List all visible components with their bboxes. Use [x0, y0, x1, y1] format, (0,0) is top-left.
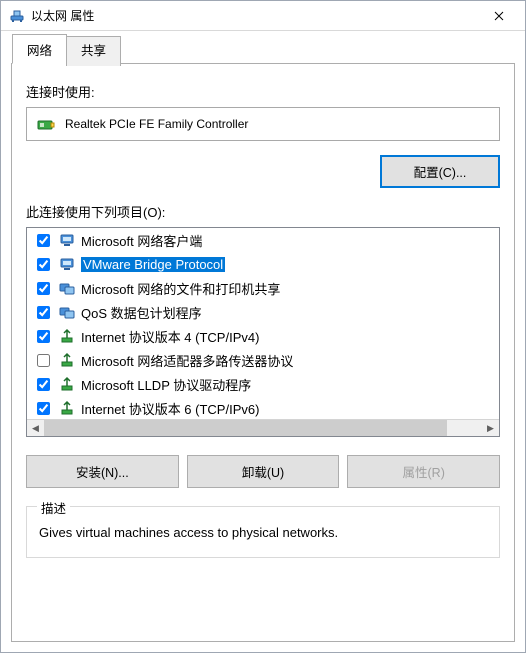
list-item[interactable]: Microsoft 网络客户端	[27, 228, 499, 252]
titlebar: 以太网 属性	[1, 1, 525, 31]
window-title: 以太网 属性	[31, 7, 476, 24]
list-item[interactable]: Microsoft 网络适配器多路传送器协议	[27, 348, 499, 372]
item-checkbox[interactable]	[37, 402, 50, 415]
uninstall-button[interactable]: 卸载(U)	[187, 455, 340, 488]
list-item[interactable]: Microsoft LLDP 协议驱动程序	[27, 372, 499, 396]
item-checkbox[interactable]	[37, 282, 50, 295]
description-text: Gives virtual machines access to physica…	[39, 523, 487, 543]
tabstrip: 网络 共享	[12, 34, 515, 64]
item-checkbox[interactable]	[37, 234, 50, 247]
service-icon	[59, 304, 75, 320]
scroll-left-arrow[interactable]: ◀	[27, 420, 44, 436]
list-item[interactable]: Microsoft 网络的文件和打印机共享	[27, 276, 499, 300]
label-connect-using: 连接时使用:	[26, 82, 500, 101]
label-items-used: 此连接使用下列项目(O):	[26, 202, 500, 221]
properties-window: 以太网 属性 网络 共享 连接时使用: Realtek PCIe FE Fami…	[0, 0, 526, 653]
item-label: Internet 协议版本 4 (TCP/IPv4)	[81, 327, 259, 346]
network-adapter-icon	[9, 8, 25, 24]
properties-button: 属性(R)	[347, 455, 500, 488]
item-label: Internet 协议版本 6 (TCP/IPv6)	[81, 399, 259, 418]
list-item[interactable]: Internet 协议版本 6 (TCP/IPv6)	[27, 396, 499, 419]
list-item[interactable]: Internet 协议版本 4 (TCP/IPv4)	[27, 324, 499, 348]
protocol-icon	[59, 400, 75, 416]
item-checkbox[interactable]	[37, 258, 50, 271]
protocol-icon	[59, 352, 75, 368]
nic-icon	[37, 116, 55, 132]
tab-sharing[interactable]: 共享	[66, 36, 121, 66]
adapter-name: Realtek PCIe FE Family Controller	[65, 117, 248, 131]
item-checkbox[interactable]	[37, 306, 50, 319]
protocol-icon	[59, 328, 75, 344]
tabpanel-network: 连接时使用: Realtek PCIe FE Family Controller…	[11, 63, 515, 642]
scroll-track[interactable]	[44, 420, 482, 436]
list-item[interactable]: QoS 数据包计划程序	[27, 300, 499, 324]
item-label: VMware Bridge Protocol	[81, 257, 225, 272]
configure-button[interactable]: 配置(C)...	[380, 155, 500, 188]
components-list[interactable]: Microsoft 网络客户端 VMware Bridge Protocol Mic…	[26, 227, 500, 437]
protocol-icon	[59, 376, 75, 392]
horizontal-scrollbar[interactable]: ◀ ▶	[27, 419, 499, 436]
item-label: Microsoft 网络适配器多路传送器协议	[81, 351, 293, 370]
description-legend: 描述	[37, 498, 70, 517]
item-checkbox[interactable]	[37, 330, 50, 343]
item-checkbox[interactable]	[37, 354, 50, 367]
tab-network[interactable]: 网络	[12, 34, 67, 64]
item-checkbox[interactable]	[37, 378, 50, 391]
service-icon	[59, 280, 75, 296]
scroll-thumb[interactable]	[44, 420, 447, 436]
item-label: Microsoft 网络的文件和打印机共享	[81, 279, 280, 298]
client-icon	[59, 256, 75, 272]
item-label: Microsoft 网络客户端	[81, 231, 202, 250]
client-area: 网络 共享 连接时使用: Realtek PCIe FE Family Cont…	[1, 31, 525, 652]
adapter-box: Realtek PCIe FE Family Controller	[26, 107, 500, 141]
item-label: QoS 数据包计划程序	[81, 303, 202, 322]
client-icon	[59, 232, 75, 248]
item-label: Microsoft LLDP 协议驱动程序	[81, 375, 251, 394]
install-button[interactable]: 安装(N)...	[26, 455, 179, 488]
list-item[interactable]: VMware Bridge Protocol	[27, 252, 499, 276]
close-button[interactable]	[476, 1, 521, 30]
scroll-right-arrow[interactable]: ▶	[482, 420, 499, 436]
description-groupbox: 描述 Gives virtual machines access to phys…	[26, 506, 500, 558]
